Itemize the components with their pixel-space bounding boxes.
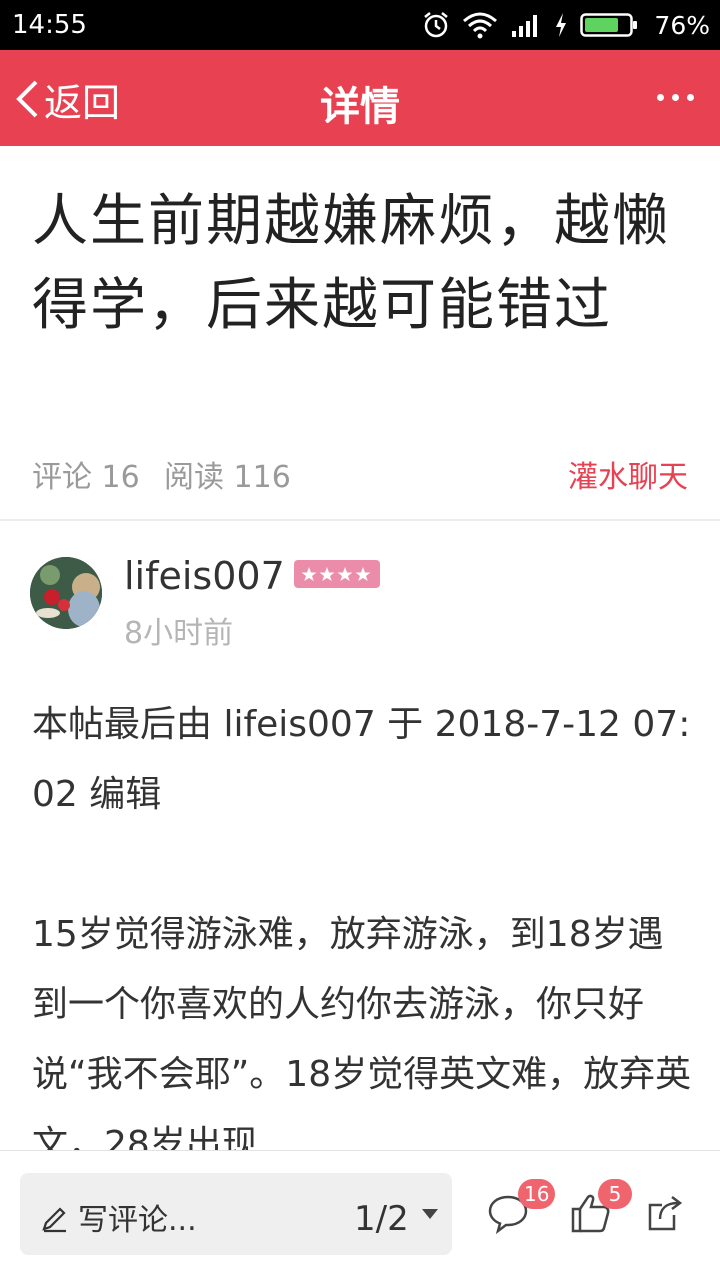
charging-icon: [556, 13, 567, 37]
share-icon: [648, 1196, 683, 1231]
forum-link[interactable]: 灌水聊天: [568, 452, 688, 496]
alarm-icon: [424, 12, 449, 38]
comment-input[interactable]: 写评论... 1/2: [20, 1173, 452, 1255]
star-rating-icon: [301, 567, 371, 581]
edit-note: 本帖最后由 lifeis007 于 2018-7-12 07:02 编辑: [32, 704, 691, 815]
wifi-icon: [463, 12, 498, 39]
page-selector[interactable]: 1/2: [354, 1199, 409, 1239]
avatar-image: [30, 557, 102, 629]
status-bar: 14:55 76%: [0, 0, 720, 50]
author-level-badge: [294, 560, 380, 588]
more-dot: [657, 94, 664, 101]
comment-count-badge: 16: [518, 1179, 556, 1209]
status-time: 14:55: [12, 10, 87, 40]
like-count-badge: 5: [598, 1179, 632, 1209]
more-icon[interactable]: [657, 94, 694, 101]
more-dot: [672, 94, 679, 101]
more-dot: [687, 94, 694, 101]
bottom-bar: 写评论... 1/2 16 5: [0, 1150, 720, 1280]
share-button[interactable]: [644, 1191, 688, 1239]
body-paragraph: 15岁觉得游泳难，放弃游泳，到18岁遇到一个你喜欢的人约你去游泳，你只好说“我不…: [32, 914, 692, 1152]
page-title: 详情: [320, 84, 400, 130]
status-icons: 76%: [422, 8, 710, 42]
like-button[interactable]: 5: [568, 1179, 632, 1239]
caret-down-icon[interactable]: [422, 1209, 438, 1219]
avatar[interactable]: [30, 557, 102, 629]
nav-bar: 返回 详情: [0, 50, 720, 146]
post-time: 8小时前: [124, 616, 234, 651]
post-title: 人生前期越嫌麻烦，越懒得学，后来越可能错过: [32, 189, 670, 338]
battery-icon: [580, 13, 638, 37]
author-name[interactable]: lifeis007: [124, 554, 285, 598]
comment-count-label: 评论 16: [32, 460, 140, 495]
signal-icon: [512, 15, 538, 37]
battery-percent: 76%: [654, 10, 710, 40]
post-body: 本帖最后由 lifeis007 于 2018-7-12 07:02 编辑 15岁…: [32, 690, 692, 1152]
comment-button[interactable]: 16: [486, 1179, 556, 1239]
comment-placeholder: 写评论...: [78, 1203, 197, 1238]
read-count-label: 阅读 116: [164, 460, 291, 495]
post-meta: 评论 16 阅读 116 灌水聊天: [32, 452, 688, 496]
pencil-icon: [42, 1207, 66, 1233]
divider: [0, 519, 720, 521]
